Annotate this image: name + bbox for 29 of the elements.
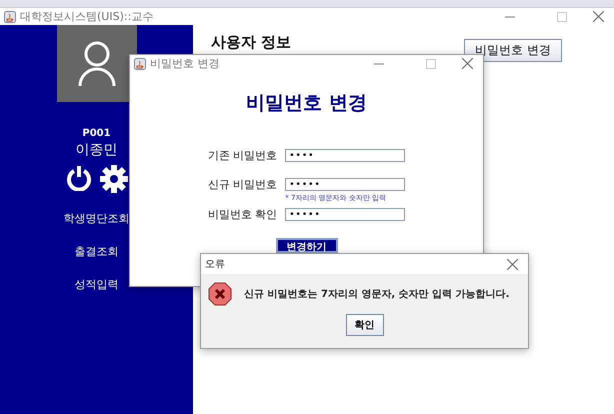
sidebar-menu-item[interactable]: 학생명단조회 (64, 211, 130, 226)
password-field[interactable]: •••• (285, 149, 406, 162)
gear-icon[interactable] (100, 165, 128, 193)
field-label: 비밀번호 확인 (208, 207, 278, 222)
user-silhouette-icon (76, 40, 116, 88)
dialog-title: 오류 (205, 258, 225, 271)
error-message: 신규 비밀번호는 7자리의 영문자, 숫자만 입력 가능합니다. (244, 288, 510, 301)
close-icon[interactable] (462, 58, 473, 69)
sidebar-menu-item[interactable]: 성적입력 (74, 277, 118, 292)
close-icon[interactable] (593, 11, 604, 22)
power-icon[interactable] (66, 165, 92, 191)
sidebar-menu-item[interactable]: 출결조회 (74, 244, 118, 259)
user-id: P001 (82, 128, 111, 139)
window-title: 대학정보시스템(UIS)::교수 (20, 9, 154, 24)
user-name: 이종민 (76, 141, 118, 159)
field-label: 신규 비밀번호 (208, 177, 278, 192)
field-label: 기존 비밀번호 (208, 148, 278, 163)
section-heading: 사용자 정보 (211, 33, 292, 52)
password-field[interactable]: ••••• (285, 208, 406, 221)
submit-button[interactable]: 변경하기 (276, 238, 338, 253)
minimize-icon[interactable] (505, 16, 515, 18)
close-icon[interactable] (507, 258, 518, 270)
dialog-title: 비밀번호 변경 (150, 56, 220, 71)
ok-button[interactable]: 확인 (346, 314, 384, 336)
dialog-heading: 비밀번호 변경 (245, 91, 368, 116)
change-password-button[interactable]: 비밀번호 변경 (464, 39, 562, 62)
minimize-icon[interactable] (374, 62, 384, 64)
password-field[interactable]: ••••• (285, 178, 406, 191)
error-icon (208, 282, 232, 306)
